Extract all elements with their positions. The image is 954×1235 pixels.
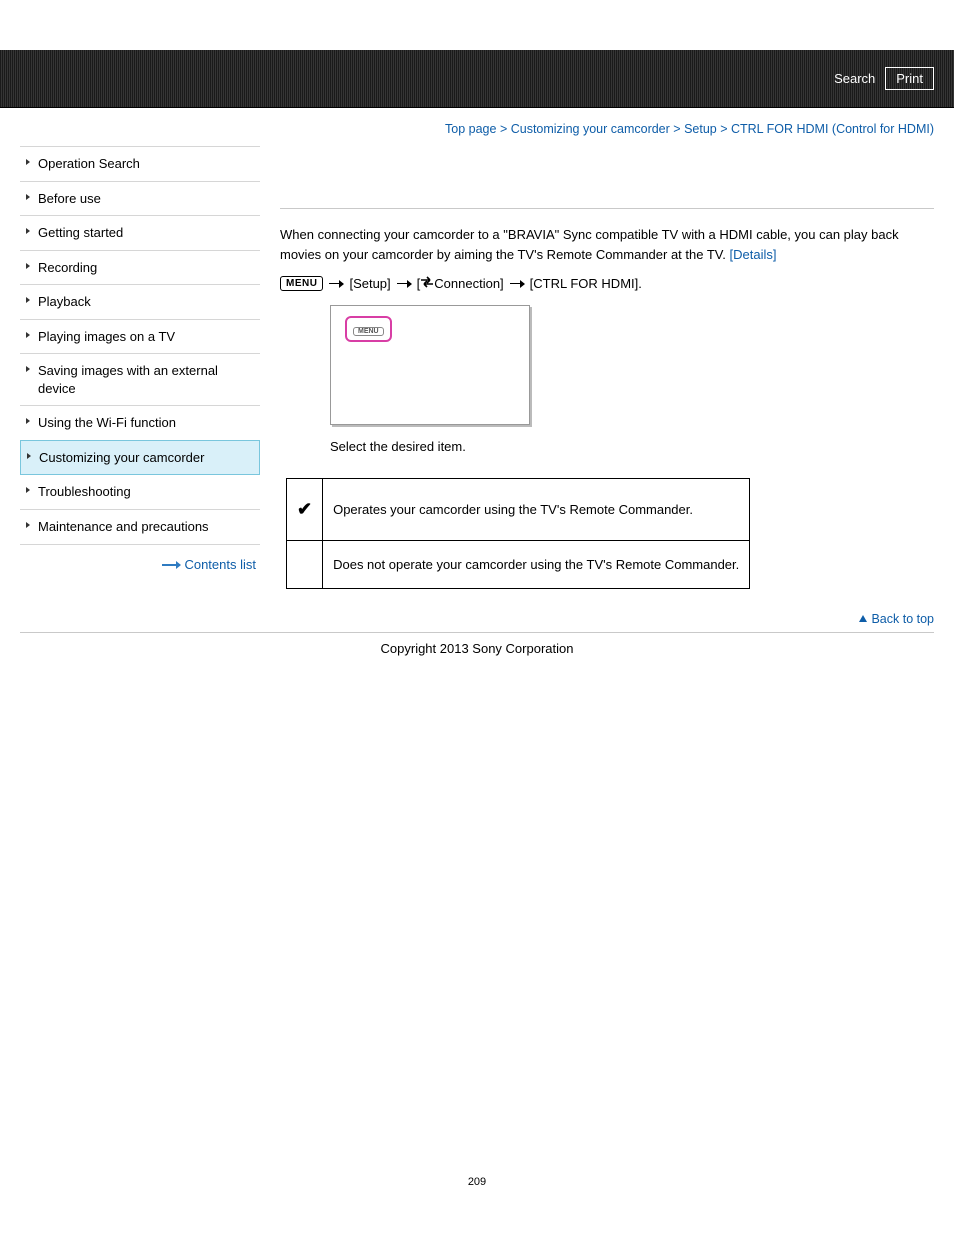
- sidebar-item-customizing[interactable]: Customizing your camcorder: [20, 440, 260, 476]
- back-to-top: Back to top: [0, 589, 954, 632]
- copyright-text: Copyright 2013 Sony Corporation: [0, 633, 954, 696]
- check-icon: ✔: [287, 479, 323, 541]
- arrow-right-icon: [162, 564, 180, 566]
- check-icon: [287, 541, 323, 589]
- arrow-right-icon: [397, 283, 411, 285]
- search-link[interactable]: Search: [834, 71, 875, 86]
- option-text: Operates your camcorder using the TV's R…: [323, 479, 750, 541]
- sidebar-item-label: Playback: [38, 294, 91, 309]
- sidebar-item-label: Recording: [38, 260, 97, 275]
- breadcrumb-top[interactable]: Top page: [445, 122, 496, 136]
- table-row: Does not operate your camcorder using th…: [287, 541, 750, 589]
- intro-text: When connecting your camcorder to a "BRA…: [280, 225, 934, 264]
- path-step-ctrl: [CTRL FOR HDMI].: [530, 276, 642, 291]
- arrow-right-icon: [510, 283, 524, 285]
- arrow-right-icon: [329, 283, 343, 285]
- sidebar-item-label: Maintenance and precautions: [38, 519, 209, 534]
- menu-chip-icon: MENU: [280, 276, 323, 291]
- path-step-setup: [Setup]: [349, 276, 390, 291]
- contents-list: Contents list: [20, 545, 260, 572]
- print-button[interactable]: Print: [885, 67, 934, 90]
- path-step-connection: [Connection]: [417, 276, 504, 291]
- sidebar-item-label: Before use: [38, 191, 101, 206]
- sidebar-item-recording[interactable]: Recording: [20, 251, 260, 286]
- sidebar-item-label: Saving images with an external device: [38, 363, 218, 396]
- breadcrumb-l3[interactable]: CTRL FOR HDMI (Control for HDMI): [731, 122, 934, 136]
- page-number: 209: [0, 696, 954, 1218]
- top-bar: Search Print: [0, 50, 954, 108]
- sidebar-item-label: Operation Search: [38, 156, 140, 171]
- breadcrumb: Top page > Customizing your camcorder > …: [0, 108, 954, 146]
- breadcrumb-l1[interactable]: Customizing your camcorder: [511, 122, 670, 136]
- sidebar-item-saving-images-external[interactable]: Saving images with an external device: [20, 354, 260, 406]
- sidebar-item-troubleshooting[interactable]: Troubleshooting: [20, 475, 260, 510]
- triangle-up-icon: [859, 615, 867, 622]
- back-to-top-link[interactable]: Back to top: [871, 612, 934, 626]
- sidebar-item-label: Troubleshooting: [38, 484, 131, 499]
- main-content: When connecting your camcorder to a "BRA…: [280, 146, 934, 589]
- screen-mockup: MENU: [330, 305, 530, 425]
- details-link[interactable]: [Details]: [730, 247, 777, 262]
- instruction-text: Select the desired item.: [330, 439, 934, 454]
- sidebar-item-label: Playing images on a TV: [38, 329, 175, 344]
- sidebar-item-label: Using the Wi-Fi function: [38, 415, 176, 430]
- divider: [280, 208, 934, 209]
- sidebar-item-getting-started[interactable]: Getting started: [20, 216, 260, 251]
- menu-chip-small-icon: MENU: [353, 327, 384, 336]
- sidebar-item-label: Customizing your camcorder: [39, 450, 204, 465]
- screen-mockup-highlight: MENU: [345, 316, 392, 342]
- breadcrumb-l2[interactable]: Setup: [684, 122, 717, 136]
- sidebar-item-before-use[interactable]: Before use: [20, 182, 260, 217]
- option-text: Does not operate your camcorder using th…: [323, 541, 750, 589]
- sidebar-nav: Operation Search Before use Getting star…: [20, 146, 260, 545]
- sidebar-item-label: Getting started: [38, 225, 123, 240]
- sidebar-item-operation-search[interactable]: Operation Search: [20, 147, 260, 182]
- sidebar-item-playback[interactable]: Playback: [20, 285, 260, 320]
- sidebar: Operation Search Before use Getting star…: [20, 146, 260, 572]
- connection-icon: [420, 276, 434, 288]
- sidebar-item-maintenance[interactable]: Maintenance and precautions: [20, 510, 260, 545]
- sidebar-item-playing-images-tv[interactable]: Playing images on a TV: [20, 320, 260, 355]
- menu-path: MENU [Setup] [Connection] [CTRL FOR HDMI…: [280, 276, 934, 291]
- options-table: ✔ Operates your camcorder using the TV's…: [286, 478, 750, 589]
- contents-list-link[interactable]: Contents list: [184, 557, 256, 572]
- sidebar-item-wifi[interactable]: Using the Wi-Fi function: [20, 406, 260, 441]
- table-row: ✔ Operates your camcorder using the TV's…: [287, 479, 750, 541]
